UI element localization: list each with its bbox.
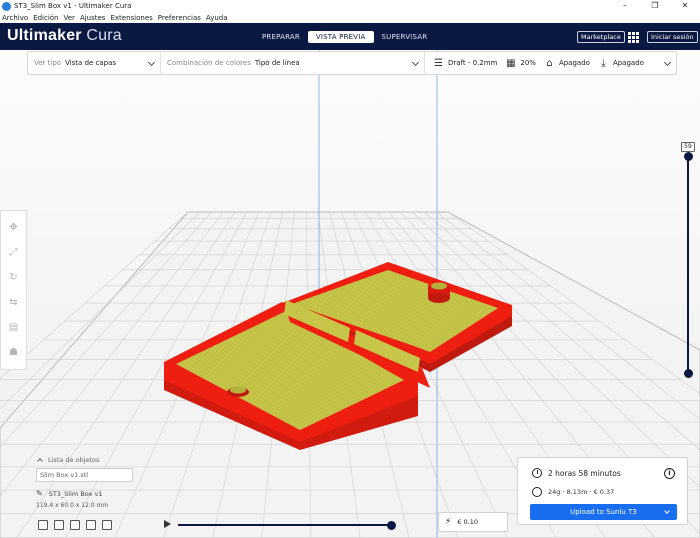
path-slider-track[interactable] (178, 524, 391, 526)
infill-item: ▦ 20% (505, 58, 536, 69)
title-bar: ST3_Slim Box v1 - Ultimaker Cura – ❐ ✕ (0, 0, 700, 12)
support-item: ⌂ Apagado (544, 58, 590, 69)
color-scheme-dropdown[interactable]: Combinación de colores Tipo de línea (161, 52, 425, 74)
menu-ver[interactable]: Ver (64, 14, 75, 22)
menu-preferencias[interactable]: Preferencias (158, 14, 201, 22)
per-model-settings-icon[interactable]: ▤ (8, 322, 20, 334)
print-time-row: 2 horas 58 minutos (532, 468, 621, 478)
layer-slider-top-handle[interactable] (684, 152, 693, 161)
chevron-down-icon (147, 58, 156, 67)
infill-icon: ▦ (506, 57, 516, 69)
window-controls: – ❐ ✕ (610, 0, 700, 12)
minimize-button[interactable]: – (610, 0, 640, 12)
signin-button[interactable]: Iniciar sesión (647, 31, 698, 43)
path-slider-handle[interactable] (387, 521, 396, 530)
restore-button[interactable]: ❐ (640, 0, 670, 12)
color-scheme-value: Tipo de línea (254, 59, 300, 67)
move-tool-icon[interactable]: ✥ (8, 222, 20, 234)
print-settings-summary[interactable]: ☰ Draft - 0.2mm ▦ 20% ⌂ Apagado ⤓ Apagad… (425, 52, 676, 74)
view-type-label: Ver tipo (34, 59, 62, 67)
front-view-icon[interactable] (54, 520, 64, 530)
menu-archivo[interactable]: Archivo (2, 14, 28, 22)
brand-bold: Ultimaker (7, 27, 82, 44)
info-icon[interactable]: i (664, 468, 675, 479)
chevron-down-icon (411, 58, 420, 67)
brand-logo: Ultimaker Cura (7, 27, 122, 45)
right-view-icon[interactable] (102, 520, 112, 530)
sliders-icon: ☰ (434, 57, 443, 69)
object-list: Lista de objetos Slim Box v1.stl ✎ ST3_S… (36, 456, 196, 509)
close-button[interactable]: ✕ (670, 0, 700, 12)
view-type-value: Vista de capas (65, 59, 117, 67)
mirror-tool-icon[interactable]: ⇆ (8, 297, 20, 309)
rotate-tool-icon[interactable]: ↻ (8, 272, 20, 284)
material-row: 24g · 8.13m · € 0.37 (532, 487, 614, 497)
object-name-field[interactable]: Slim Box v1.stl (36, 468, 133, 482)
menu-edicion[interactable]: Edición (33, 14, 58, 22)
layer-slider-track[interactable] (687, 157, 689, 373)
cura-app-icon (2, 1, 11, 11)
app-header: Ultimaker Cura PREPARAR VISTA PREVIA SUP… (0, 23, 700, 50)
upload-button-label: Upload to Sunlu T3 (570, 508, 637, 516)
layer-slider-bottom-handle[interactable] (684, 369, 693, 378)
left-view-icon[interactable] (86, 520, 96, 530)
window-title: ST3_Slim Box v1 - Ultimaker Cura (14, 2, 132, 10)
top-view-icon[interactable] (70, 520, 80, 530)
scale-tool-icon[interactable]: ⤢ (8, 247, 20, 259)
view-type-dropdown[interactable]: Ver tipo Vista de capas (28, 52, 161, 74)
tab-supervisar[interactable]: SUPERVISAR (374, 31, 436, 43)
object-list-header[interactable]: Lista de objetos (37, 456, 196, 464)
camera-view-buttons (38, 520, 118, 530)
menu-ayuda[interactable]: Ayuda (206, 14, 228, 22)
chevron-down-icon (663, 58, 672, 67)
object-entry[interactable]: ✎ ST3_Slim Box v1 (36, 489, 102, 498)
chevron-up-icon (37, 458, 43, 464)
object-dimensions: 119.4 x 60.0 x 12.0 mm (36, 502, 109, 509)
3d-view-icon[interactable] (38, 520, 48, 530)
profile-value: Draft - 0.2mm (448, 59, 498, 67)
menu-extensiones[interactable]: Extensiones (110, 14, 152, 22)
adhesion-icon: ⤓ (601, 57, 606, 69)
view-settings-toolbar: Ver tipo Vista de capas Combinación de c… (27, 51, 677, 75)
print-info-panel: 2 horas 58 minutos i 24g · 8.13m · € 0.3… (517, 457, 688, 525)
cost-box: ⚡ € 0.10 (438, 512, 508, 532)
print-time: 2 horas 58 minutos (548, 468, 621, 478)
tab-vista-previa[interactable]: VISTA PREVIA (307, 31, 374, 43)
apps-grid-icon[interactable] (628, 32, 639, 43)
menu-bar: Archivo Edición Ver Ajustes Extensiones … (0, 12, 700, 23)
material-usage: 24g · 8.13m · € 0.37 (548, 488, 615, 496)
menu-ajustes[interactable]: Ajustes (80, 14, 106, 22)
profile-item: ☰ Draft - 0.2mm (433, 58, 497, 69)
tab-preparar[interactable]: PREPARAR (254, 31, 308, 43)
spool-icon (532, 487, 542, 497)
current-layer-field[interactable]: 59 (681, 142, 695, 152)
stage-tabs: PREPARAR VISTA PREVIA SUPERVISAR (254, 31, 435, 43)
clock-icon (532, 468, 542, 478)
adhesion-value: Apagado (612, 59, 644, 67)
color-scheme-label: Combinación de colores (167, 59, 251, 67)
cost-value: € 0.10 (457, 518, 479, 526)
adhesion-item: ⤓ Apagado (598, 58, 644, 69)
chevron-down-icon[interactable] (664, 508, 670, 514)
lightning-icon: ⚡ (445, 517, 452, 527)
infill-value: 20% (520, 59, 536, 67)
brand-light: Cura (86, 27, 122, 44)
support-blocker-icon[interactable]: ☗ (8, 347, 20, 359)
support-icon: ⌂ (546, 57, 553, 69)
pencil-icon: ✎ (36, 489, 43, 498)
marketplace-button[interactable]: Marketplace (577, 31, 625, 43)
transform-tools: ✥ ⤢ ↻ ⇆ ▤ ☗ (0, 210, 27, 370)
play-simulation-icon[interactable] (164, 520, 171, 528)
object-name: ST3_Slim Box v1 (48, 489, 103, 498)
support-value: Apagado (558, 59, 590, 67)
upload-button[interactable]: Upload to Sunlu T3 (530, 504, 677, 520)
